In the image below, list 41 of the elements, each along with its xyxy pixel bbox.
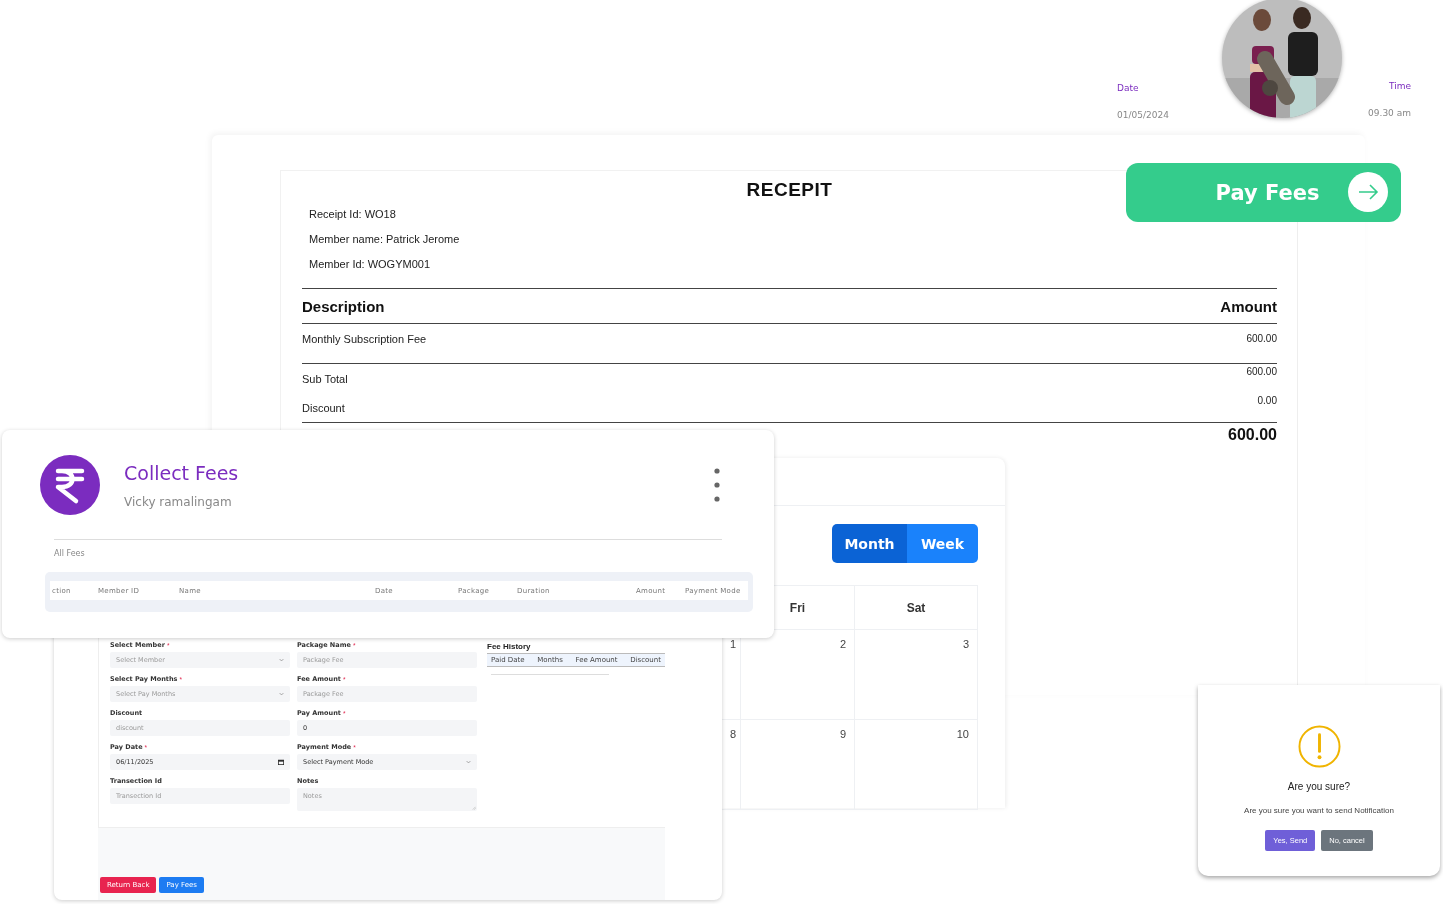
column-header: Description: [302, 298, 385, 315]
member-name: Vicky ramalingam: [124, 494, 233, 509]
view-toggle[interactable]: Month: [832, 524, 907, 563]
card-title: Collect Fees: [124, 461, 240, 484]
receipt-detail: Member name: Patrick Jerome: [309, 232, 461, 246]
chevron-down-icon: [279, 692, 284, 696]
date-number[interactable]: 1: [729, 638, 736, 650]
warning-icon: [1297, 725, 1341, 768]
date-number[interactable]: 9: [839, 728, 846, 740]
time-value: 09.30 am: [1368, 108, 1411, 118]
date-number[interactable]: 2: [839, 638, 846, 650]
receipt-title: RECEPIT: [746, 179, 833, 201]
dialog-message: Are you sure you want to send Notification: [1244, 806, 1394, 815]
more-options-icon[interactable]: [714, 468, 720, 502]
summary-label: Discount: [302, 401, 346, 414]
receipt-detail: Receipt Id: WO18: [309, 207, 397, 221]
view-toggle[interactable]: Week: [907, 524, 978, 563]
calendar-icon: [278, 759, 284, 765]
date-label: Date: [1117, 83, 1140, 93]
chevron-down-icon: [279, 658, 284, 662]
date-number[interactable]: 3: [962, 638, 969, 650]
summary-label: Sub Total: [302, 372, 349, 385]
item-description: Monthly Subscription Fee: [302, 333, 427, 345]
dialog-title: Are you sure?: [1287, 781, 1351, 792]
fee-history-title: Fee History: [487, 641, 532, 652]
section-label: All Fees: [54, 549, 86, 558]
arrow-right-icon: [1348, 172, 1388, 212]
column-header: Amount: [1220, 298, 1277, 315]
total-amount: 600.00: [1228, 426, 1277, 444]
day-header: Sat: [906, 600, 926, 615]
item-amount: 600.00: [1246, 333, 1277, 345]
chevron-down-icon: [466, 760, 471, 764]
summary-value: 0.00: [1256, 394, 1277, 408]
date-number[interactable]: 8: [729, 728, 736, 740]
receipt-detail: Member Id: WOGYM001: [309, 257, 432, 271]
date-value: 01/05/2024: [1117, 110, 1169, 120]
summary-value: 600.00: [1246, 365, 1277, 379]
time-label: Time: [1388, 81, 1411, 91]
date-number[interactable]: 10: [956, 728, 969, 740]
rupee-icon: [40, 455, 100, 515]
day-header: Fri: [789, 600, 806, 615]
